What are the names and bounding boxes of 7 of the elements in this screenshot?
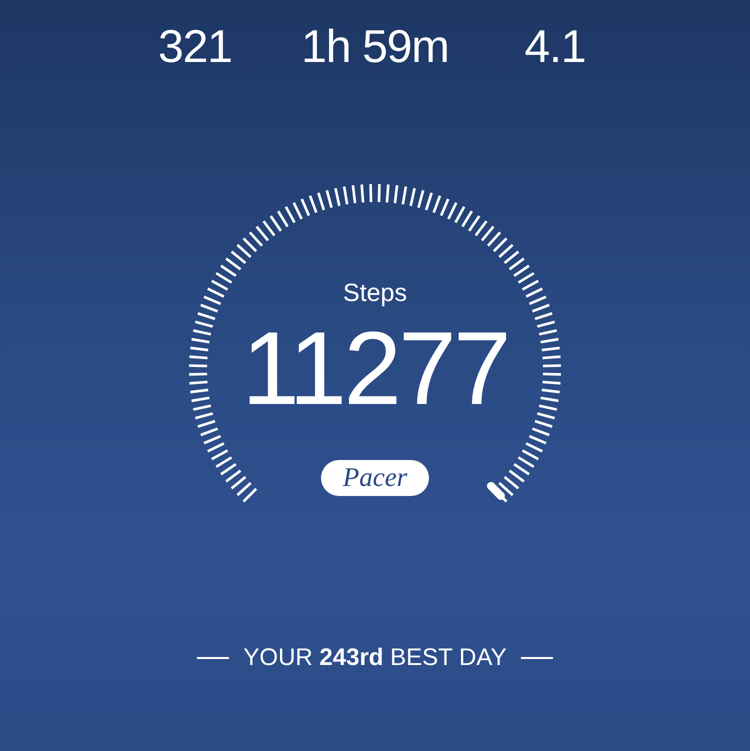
best-day-caption: YOUR 243rd BEST DAY xyxy=(243,644,507,672)
stat-value: 4.1 xyxy=(524,20,586,74)
pacer-logo: Pacer xyxy=(320,460,430,496)
stat-value: 1h 59m xyxy=(301,20,449,74)
steps-label: Steps xyxy=(343,278,407,308)
stat-value: 321 xyxy=(158,20,232,74)
steps-count: 11277 xyxy=(242,314,508,424)
